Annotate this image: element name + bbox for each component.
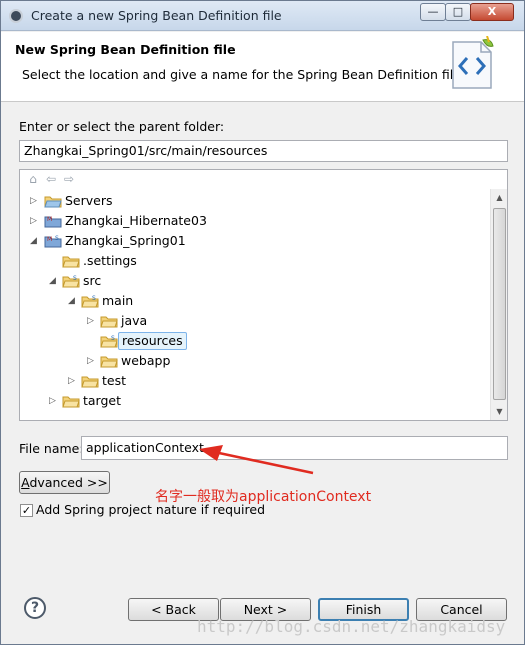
tree-item-label: webapp	[121, 353, 171, 368]
forward-arrow-icon[interactable]: ⇨	[60, 172, 78, 188]
dialog-window: Create a new Spring Bean Definition file…	[0, 0, 525, 645]
wizard-header: New Spring Bean Definition file Select t…	[1, 32, 524, 102]
parent-folder-input[interactable]: Zhangkai_Spring01/src/main/resources	[19, 140, 508, 162]
scroll-down-arrow-icon[interactable]: ▼	[491, 403, 508, 420]
tree-item-label: Zhangkai_Spring01	[65, 233, 186, 248]
svg-text:M: M	[47, 216, 52, 223]
tree-item-resources[interactable]: S resources	[20, 332, 480, 350]
spring-nature-checkbox[interactable]: ✓	[20, 504, 33, 517]
tree-item-target[interactable]: ▷ target	[20, 392, 480, 410]
expand-arrow-icon[interactable]: ▷	[68, 376, 78, 386]
collapse-arrow-icon[interactable]: ◢	[68, 296, 78, 306]
folder-icon	[100, 316, 118, 328]
spring-folder-icon: S	[81, 295, 99, 308]
collapse-arrow-icon[interactable]: ◢	[30, 236, 40, 246]
tree-item-label: Zhangkai_Hibernate03	[65, 213, 207, 228]
spring-folder-icon: S	[62, 275, 80, 288]
maven-project-icon: M	[44, 216, 62, 228]
parent-folder-label: Enter or select the parent folder:	[19, 119, 225, 134]
advanced-label: dvanced >>	[29, 475, 108, 490]
folder-icon	[81, 376, 99, 388]
tree-item-java[interactable]: ▷ java	[20, 312, 480, 330]
tree-item-settings[interactable]: .settings	[20, 252, 480, 270]
tree-item-webapp[interactable]: ▷ webapp	[20, 352, 480, 370]
tree-item-hibernate-project[interactable]: ▷ M Zhangkai_Hibernate03	[20, 212, 480, 230]
folder-icon	[44, 196, 62, 208]
minimize-button[interactable]: —	[420, 3, 446, 21]
file-name-label: File name:	[19, 441, 84, 456]
tree-item-label: test	[102, 373, 127, 388]
svg-text:S: S	[55, 235, 59, 242]
tree-item-test[interactable]: ▷ test	[20, 372, 480, 390]
tree-toolbar: ⌂ ⇦ ⇨	[24, 172, 78, 190]
tree-item-label: src	[83, 273, 102, 288]
eclipse-app-icon	[9, 9, 23, 23]
spring-nature-label: Add Spring project nature if required	[36, 502, 265, 517]
annotation-arrow-icon	[199, 445, 314, 475]
maven-spring-project-icon: MS	[44, 235, 62, 248]
tree-vertical-scrollbar[interactable]: ▲ ▼	[490, 189, 507, 420]
expand-arrow-icon[interactable]: ▷	[87, 356, 97, 366]
folder-tree[interactable]: ⌂ ⇦ ⇨ ▷ Servers ▷ M Zhangkai_Hibernate03 ◢…	[19, 169, 508, 421]
scrollbar-thumb[interactable]	[493, 208, 506, 400]
help-icon[interactable]: ?	[24, 597, 46, 619]
expand-arrow-icon[interactable]: ▷	[30, 216, 40, 226]
tree-item-label: java	[121, 313, 148, 328]
spring-folder-icon: S	[100, 335, 118, 348]
scroll-up-arrow-icon[interactable]: ▲	[491, 189, 508, 206]
close-button[interactable]: X	[470, 3, 514, 21]
advanced-button[interactable]: Advanced >>	[19, 471, 110, 494]
collapse-arrow-icon[interactable]: ◢	[49, 276, 59, 286]
svg-text:S: S	[73, 275, 77, 282]
back-arrow-icon[interactable]: ⇦	[42, 172, 60, 188]
tree-item-main[interactable]: ◢ S main	[20, 292, 480, 310]
spring-bean-file-icon	[452, 36, 494, 89]
wizard-title: New Spring Bean Definition file	[15, 42, 236, 57]
svg-text:M: M	[47, 236, 52, 243]
window-title: Create a new Spring Bean Definition file	[31, 8, 282, 23]
wizard-description: Select the location and give a name for …	[22, 67, 461, 82]
folder-icon	[100, 356, 118, 368]
expand-arrow-icon[interactable]: ▷	[87, 316, 97, 326]
title-bar[interactable]: Create a new Spring Bean Definition file…	[1, 1, 524, 31]
tree-item-src[interactable]: ◢ S src	[20, 272, 480, 290]
svg-text:S: S	[111, 335, 115, 342]
tree-item-spring-project[interactable]: ◢ MS Zhangkai_Spring01	[20, 232, 480, 250]
watermark-text: http://blog.csdn.net/zhangkaidsy	[197, 617, 506, 636]
advanced-mnemonic: A	[21, 475, 30, 490]
tree-item-label: target	[83, 393, 122, 408]
tree-item-servers[interactable]: ▷ Servers	[20, 192, 480, 210]
tree-item-label: .settings	[83, 253, 137, 268]
folder-icon	[62, 396, 80, 408]
tree-item-label: resources	[118, 332, 187, 350]
folder-icon	[62, 256, 80, 268]
tree-item-label: Servers	[65, 193, 113, 208]
tree-item-label: main	[102, 293, 134, 308]
maximize-button[interactable]: □	[445, 3, 471, 21]
expand-arrow-icon[interactable]: ▷	[49, 396, 59, 406]
home-icon[interactable]: ⌂	[24, 172, 42, 188]
svg-text:S: S	[92, 295, 96, 302]
expand-arrow-icon[interactable]: ▷	[30, 196, 40, 206]
